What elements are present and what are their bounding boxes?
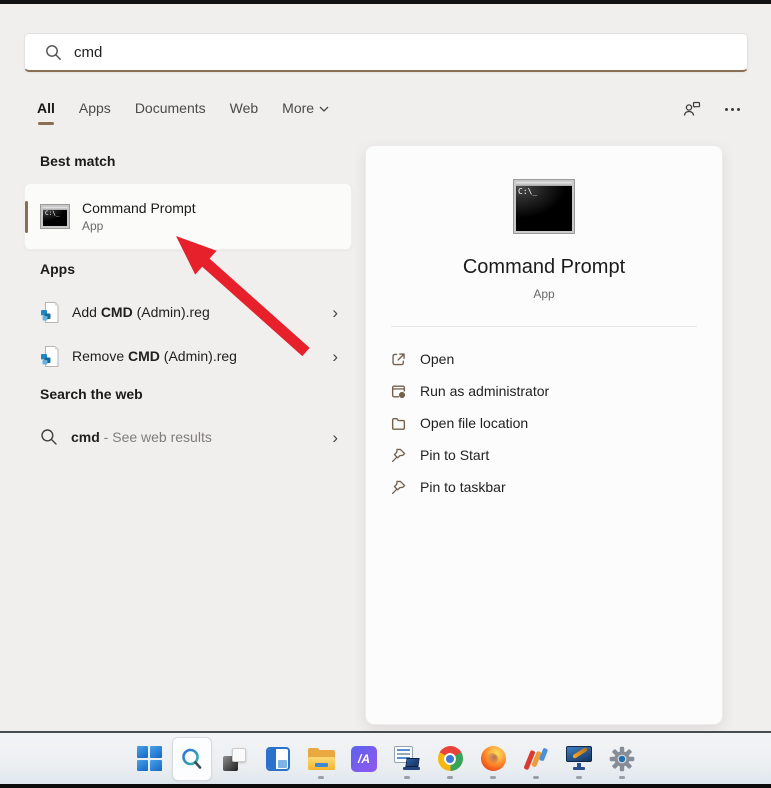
gear-icon xyxy=(609,746,635,772)
taskbar-firefox-button[interactable] xyxy=(473,737,513,781)
firefox-icon xyxy=(481,746,506,771)
search-filter-tabs: All Apps Documents Web More xyxy=(37,100,329,116)
tab-more-label: More xyxy=(282,100,314,116)
taskbar-snap-window-app[interactable] xyxy=(258,737,298,781)
tab-web[interactable]: Web xyxy=(230,100,259,116)
taskbar-stripes-app-button[interactable] xyxy=(516,737,556,781)
apps-heading: Apps xyxy=(40,261,75,277)
taskbar-system-tool-button[interactable] xyxy=(387,737,427,781)
preview-panel: C:\_ Command Prompt App Open Run as admi… xyxy=(365,145,723,725)
best-match-heading: Best match xyxy=(40,153,115,169)
pin-icon xyxy=(390,479,407,496)
registry-file-icon xyxy=(40,301,59,324)
search-icon xyxy=(180,747,204,771)
search-icon xyxy=(45,44,62,61)
desktop-edge-top xyxy=(0,0,771,4)
best-match-result[interactable]: C:\_ Command Prompt App xyxy=(24,183,352,250)
result-remove-cmd-reg[interactable]: Remove CMD (Admin).reg › xyxy=(24,337,352,375)
action-pin-to-taskbar[interactable]: Pin to taskbar xyxy=(366,471,722,503)
divider xyxy=(391,326,697,327)
taskbar-task-view-button[interactable] xyxy=(215,737,255,781)
preview-type: App xyxy=(366,287,722,301)
tab-apps[interactable]: Apps xyxy=(79,100,111,116)
chrome-icon xyxy=(438,746,463,771)
more-options-button[interactable] xyxy=(719,96,745,122)
task-view-icon xyxy=(223,747,247,771)
ellipsis-icon xyxy=(725,108,740,111)
result-label: Remove CMD (Admin).reg xyxy=(72,348,237,364)
result-title: Command Prompt xyxy=(82,200,196,216)
context-actions: Open Run as administrator Open file loca… xyxy=(366,343,722,503)
tab-more[interactable]: More xyxy=(282,100,329,116)
search-icon xyxy=(40,428,58,446)
action-run-as-administrator[interactable]: Run as administrator xyxy=(366,375,722,407)
chevron-down-icon xyxy=(319,106,329,112)
preview-title: Command Prompt xyxy=(366,256,722,279)
monitor-paintbrush-icon xyxy=(566,746,592,771)
chevron-right-icon[interactable]: › xyxy=(332,348,338,365)
action-pin-to-start[interactable]: Pin to Start xyxy=(366,439,722,471)
run-admin-icon xyxy=(390,383,407,400)
command-prompt-icon-large: C:\_ xyxy=(513,179,575,234)
result-add-cmd-reg[interactable]: Add CMD (Admin).reg › xyxy=(24,293,352,331)
result-label: Add CMD (Admin).reg xyxy=(72,304,210,320)
result-web-search[interactable]: cmd - See web results › xyxy=(24,418,352,456)
slash-a-icon: /A xyxy=(351,746,377,772)
taskbar-start-button[interactable] xyxy=(129,737,169,781)
folder-icon xyxy=(308,748,335,770)
selection-accent-bar xyxy=(25,201,28,233)
taskbar: /A xyxy=(0,733,771,784)
taskbar-display-editor-button[interactable] xyxy=(559,737,599,781)
user-feedback-icon xyxy=(681,98,703,120)
window-panes-icon xyxy=(266,747,290,771)
taskbar-search-button[interactable] xyxy=(172,737,212,781)
system-window-laptop-icon xyxy=(394,746,420,771)
result-type: App xyxy=(82,219,196,233)
search-web-heading: Search the web xyxy=(40,386,143,402)
feedback-button[interactable] xyxy=(679,96,705,122)
tab-all[interactable]: All xyxy=(37,100,55,116)
windows-logo-icon xyxy=(137,746,162,771)
search-input[interactable] xyxy=(74,44,714,61)
result-label: cmd - See web results xyxy=(71,429,212,445)
diagonal-stripes-icon xyxy=(523,746,549,772)
action-open-file-location[interactable]: Open file location xyxy=(366,407,722,439)
chevron-right-icon[interactable]: › xyxy=(332,304,338,321)
open-external-icon xyxy=(390,351,407,368)
taskbar-file-explorer-button[interactable] xyxy=(301,737,341,781)
registry-file-icon xyxy=(40,345,59,368)
command-prompt-icon: C:\_ xyxy=(40,204,70,229)
windows-search-flyout: All Apps Documents Web More Best match xyxy=(0,0,771,788)
search-box[interactable] xyxy=(24,33,748,72)
taskbar-chrome-button[interactable] xyxy=(430,737,470,781)
taskbar-slash-a-app[interactable]: /A xyxy=(344,737,384,781)
tab-documents[interactable]: Documents xyxy=(135,100,206,116)
action-open[interactable]: Open xyxy=(366,343,722,375)
chevron-right-icon[interactable]: › xyxy=(332,429,338,446)
taskbar-settings-button[interactable] xyxy=(602,737,642,781)
folder-icon xyxy=(390,415,407,432)
desktop-edge-bottom xyxy=(0,784,771,788)
pin-icon xyxy=(390,447,407,464)
search-header-actions xyxy=(679,96,745,122)
